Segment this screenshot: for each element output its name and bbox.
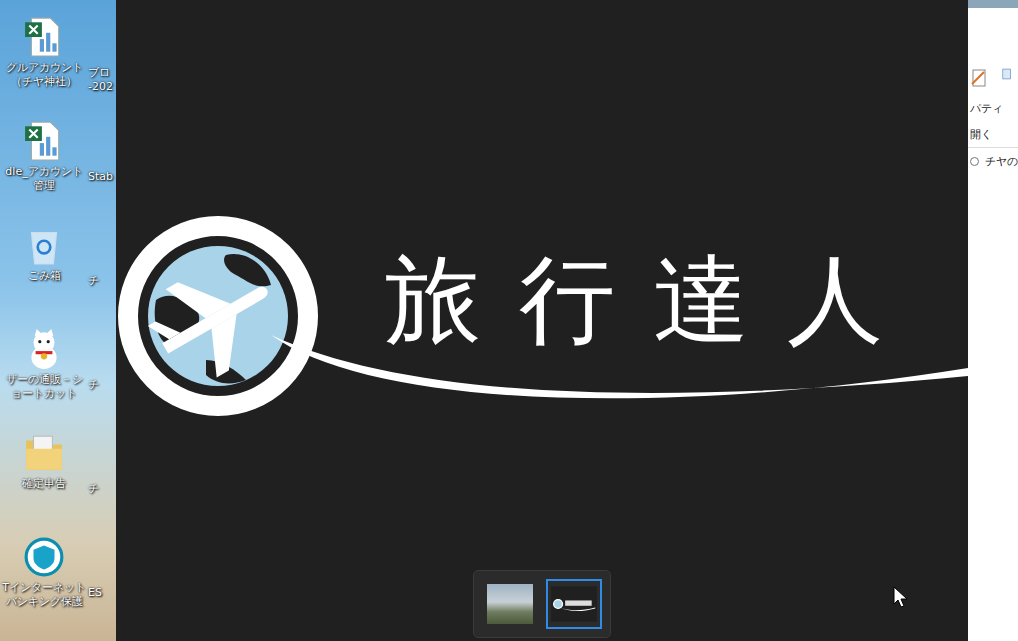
address-bar[interactable]: チヤの: [968, 148, 1018, 175]
desktop-icon[interactable]: ザーの通販－ショートカット: [0, 328, 88, 432]
desktop-icon[interactable]: dle_アカウント管理: [0, 120, 88, 224]
desktop-icon-label: グルアカウント（チヤ神社）: [1, 61, 87, 90]
ribbon-label[interactable]: 開く: [970, 128, 1018, 142]
desktop-icon-peek[interactable]: チ: [88, 224, 116, 328]
explorer-titlebar: [968, 0, 1018, 8]
desktop-row: ザーの通販－ショートカットチ: [0, 328, 116, 432]
desktop-icon-label: Tインターネットバンキング保護: [1, 581, 87, 610]
banking-app-icon: [23, 536, 65, 578]
desktop-icon-label: 確定申告: [1, 477, 87, 491]
search-icon: [970, 157, 979, 166]
desktop: グルアカウント（チヤ神社）ブロ -202dle_アカウント管理Stabごみ箱チザ…: [0, 0, 116, 641]
desktop-icon-peek[interactable]: ブロ -202: [88, 16, 116, 120]
excel-file-icon: [23, 16, 65, 58]
excel-file-icon: [23, 120, 65, 162]
desktop-icon-peek[interactable]: Stab: [88, 120, 116, 224]
thumbnail[interactable]: [546, 579, 602, 629]
ribbon: パティ開く: [968, 8, 1018, 148]
desktop-row: ごみ箱チ: [0, 224, 116, 328]
desktop-icon[interactable]: Tインターネットバンキング保護: [0, 536, 88, 640]
desktop-row: グルアカウント（チヤ神社）ブロ -202: [0, 16, 116, 120]
desktop-row: dle_アカウント管理Stab: [0, 120, 116, 224]
explorer-window: パティ開くチヤの: [968, 0, 1018, 641]
desktop-icon-peek[interactable]: ES: [88, 536, 116, 640]
thumbnail[interactable]: [482, 579, 538, 629]
screen: グルアカウント（チヤ神社）ブロ -202dle_アカウント管理Stabごみ箱チザ…: [0, 0, 1018, 641]
properties-icon[interactable]: [970, 66, 990, 90]
desktop-icon-label: ザーの通販－ショートカット: [1, 373, 87, 402]
lucky-cat-icon: [23, 328, 65, 370]
desktop-icon[interactable]: ごみ箱: [0, 224, 88, 328]
thumbnail-strip: [473, 570, 611, 638]
recycle-bin-icon: [23, 224, 65, 266]
photo-thumbnail: [487, 584, 533, 624]
ribbon-icons: [970, 66, 1018, 90]
logo-thumbnail: [551, 584, 597, 624]
open-icon[interactable]: [1000, 66, 1014, 82]
desktop-icon-peek[interactable]: チ: [88, 328, 116, 432]
mouse-cursor-icon: [893, 586, 907, 608]
folder-icon: [23, 432, 65, 474]
desktop-icon-label: ごみ箱: [1, 269, 87, 283]
desktop-icon[interactable]: グルアカウント（チヤ神社）: [0, 16, 88, 120]
address-text: チヤの: [985, 154, 1018, 169]
photo-viewer: 旅行達人: [116, 0, 968, 641]
desktop-row: Tインターネットバンキング保護ES: [0, 536, 116, 640]
desktop-icon[interactable]: 確定申告: [0, 432, 88, 536]
ribbon-label[interactable]: パティ: [970, 102, 1018, 116]
desktop-icon-label: dle_アカウント管理: [1, 165, 87, 194]
desktop-icon-peek[interactable]: チ: [88, 432, 116, 536]
logo-text: 旅行達人: [385, 250, 921, 354]
logo: 旅行達人: [116, 210, 968, 430]
desktop-row: 確定申告チ: [0, 432, 116, 536]
